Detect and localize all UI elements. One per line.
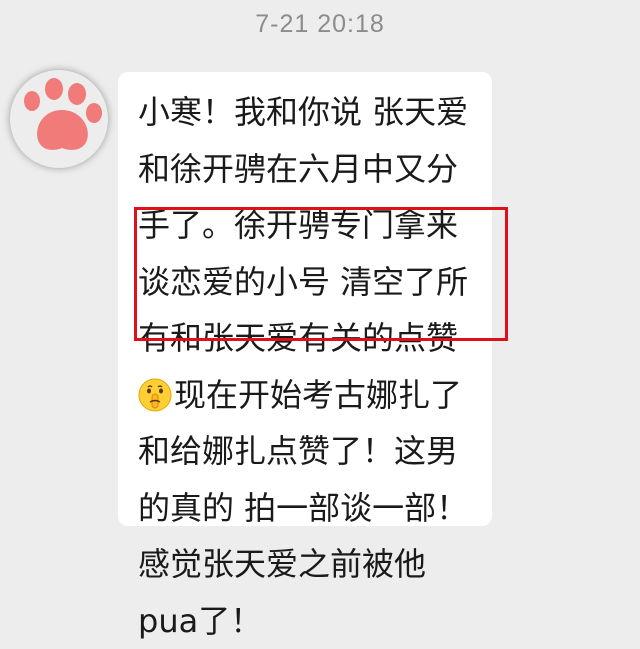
message-line: 的真的 拍一部谈一部！ [138,480,498,537]
message-line: 和徐开骋在六月中又分 [138,141,498,198]
message-line: 手了。徐开骋专门拿来 [138,197,498,254]
message-line: pua了！ [138,593,498,649]
sender-avatar[interactable] [10,70,108,168]
message-line: 感觉张天爱之前被他 [138,536,498,593]
message-line-text: 现在开始考古娜扎了 [174,376,462,414]
message-text: 小寒！我和你说 张天爱 和徐开骋在六月中又分 手了。徐开骋专门拿来 谈恋爱的小号… [138,84,498,649]
timestamp: 7-21 20:18 [0,10,640,39]
shushing-face-emoji [138,378,172,412]
message-line-with-emoji: 现在开始考古娜扎了 [138,367,498,424]
cat-paw-icon [10,70,108,168]
message-line: 谈恋爱的小号 清空了所 [138,254,498,311]
message-line: 和给娜扎点赞了！这男 [138,423,498,480]
message-line: 有和张天爱有关的点赞 [138,310,498,367]
message-line: 小寒！我和你说 张天爱 [138,84,498,141]
